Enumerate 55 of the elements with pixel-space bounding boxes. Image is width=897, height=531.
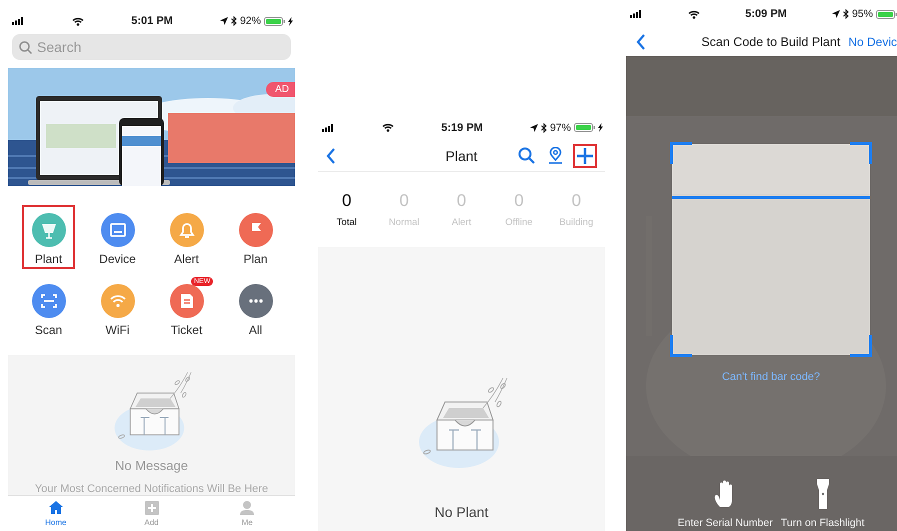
search-field[interactable]: Search <box>12 34 291 60</box>
location-arrow-icon <box>220 17 228 25</box>
tab[interactable]: Add <box>104 496 200 531</box>
status-time: 5:01 PM <box>131 15 173 27</box>
tab[interactable]: Home <box>8 496 104 531</box>
scan-option-button[interactable]: Turn on Flashlight <box>780 479 864 529</box>
battery-icon <box>876 10 897 18</box>
no-device-link[interactable]: No Devic <box>848 35 897 49</box>
wifi-icon <box>382 123 394 132</box>
shortcut-button[interactable]: WiFi <box>91 276 144 340</box>
search-icon <box>518 147 535 164</box>
bluetooth-icon <box>540 122 547 132</box>
empty-description: Your Most Concerned Notifications Will Be Here <box>34 483 268 495</box>
battery-icon <box>574 123 595 132</box>
location-pin-icon <box>548 147 563 164</box>
empty-message: No Plant <box>434 504 488 520</box>
signal-icon <box>12 17 25 25</box>
flashlight-icon <box>816 479 829 509</box>
back-chevron-icon <box>636 34 646 50</box>
status-time: 5:19 PM <box>441 122 483 134</box>
shortcut-button[interactable]: Plant <box>22 205 75 269</box>
bluetooth-icon <box>842 9 849 19</box>
shortcut-button[interactable]: Alert <box>160 205 213 269</box>
status-time: 5:09 PM <box>745 8 787 20</box>
battery-percent: 97% <box>550 122 571 134</box>
home-icon <box>48 500 64 516</box>
location-arrow-icon <box>832 10 840 18</box>
wifi-icon <box>72 16 84 26</box>
bluetooth-icon <box>230 16 237 26</box>
back-button[interactable] <box>636 34 646 50</box>
scan-option-button[interactable]: Enter Serial Number <box>678 479 773 529</box>
signal-icon <box>630 10 643 18</box>
back-chevron-icon <box>326 148 336 164</box>
screen-title: Plant <box>446 148 478 164</box>
screen-title: Scan Code to Build Plant <box>701 35 840 49</box>
plus-icon <box>576 146 594 164</box>
ad-badge: AD <box>266 82 295 97</box>
status-filter-tab[interactable]: 0 Total <box>318 191 376 247</box>
add-button[interactable] <box>573 144 597 168</box>
location-arrow-icon <box>530 124 538 132</box>
plus-square-icon <box>144 500 160 516</box>
back-button[interactable] <box>326 148 336 164</box>
battery-percent: 95% <box>852 8 873 20</box>
shortcut-button[interactable]: Scan <box>22 276 75 340</box>
signal-icon <box>322 124 335 132</box>
battery-icon <box>264 16 285 26</box>
empty-message: No Message <box>115 458 188 473</box>
search-icon <box>19 41 32 54</box>
shortcut-button[interactable]: Device <box>91 205 144 269</box>
tab[interactable]: Me <box>199 496 295 531</box>
battery-percent: 92% <box>240 15 261 27</box>
shortcut-button[interactable]: All <box>229 276 282 340</box>
person-icon <box>239 500 256 516</box>
shortcut-button[interactable]: Plan <box>229 205 282 269</box>
wifi-icon <box>688 10 700 18</box>
